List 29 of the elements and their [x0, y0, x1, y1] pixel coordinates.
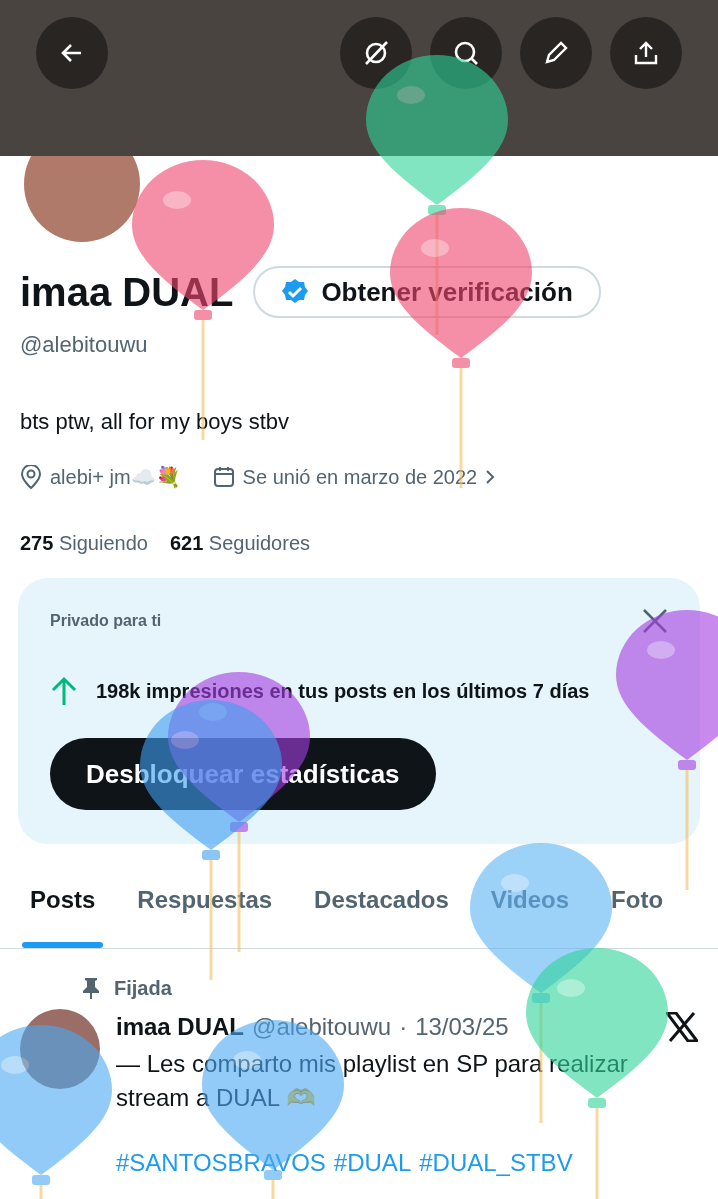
pencil-icon	[543, 40, 569, 66]
chevron-right-icon	[485, 469, 496, 485]
profile-tab[interactable]: Destacados	[314, 868, 449, 948]
verified-badge-icon	[281, 278, 310, 306]
verification-button[interactable]: Obtener verificación	[253, 266, 601, 318]
pinned-label: Fijada	[114, 976, 172, 1001]
separator: ·	[399, 1012, 408, 1042]
share-icon	[633, 40, 659, 66]
search-icon	[453, 40, 479, 66]
post-author[interactable]: imaa DUAL	[116, 1009, 245, 1045]
follow-stat[interactable]: 275 Siguiendo	[20, 528, 148, 558]
location-pin-icon	[20, 465, 42, 489]
profile-location: alebi+ jm☁💐	[50, 465, 181, 491]
impressions-text: 198k impresiones en tus posts en los últimos 7 días	[96, 679, 590, 704]
calendar-icon	[212, 466, 235, 488]
x-logo-icon	[666, 1012, 698, 1042]
profile-name: imaa DUAL	[20, 272, 234, 312]
profile-handle: @alebitouwu	[20, 331, 149, 359]
follow-stat[interactable]: 621 Seguidores	[169, 528, 311, 558]
profile-tab[interactable]: Foto	[611, 868, 664, 948]
post-text: — Les comparto mis playlist en SP para realizar stream a DUAL 🫶	[116, 1049, 629, 1113]
pin-icon	[82, 977, 100, 999]
close-icon[interactable]	[642, 608, 668, 634]
profile-bio: bts ptw, all for my boys stbv	[20, 408, 290, 436]
post-date: 13/03/25	[415, 1012, 509, 1042]
arrow-up-icon	[50, 676, 78, 706]
profile-tab[interactable]: Posts	[22, 868, 104, 948]
slashed-circle-icon	[363, 40, 389, 66]
card-title: Privado para ti	[50, 611, 162, 631]
